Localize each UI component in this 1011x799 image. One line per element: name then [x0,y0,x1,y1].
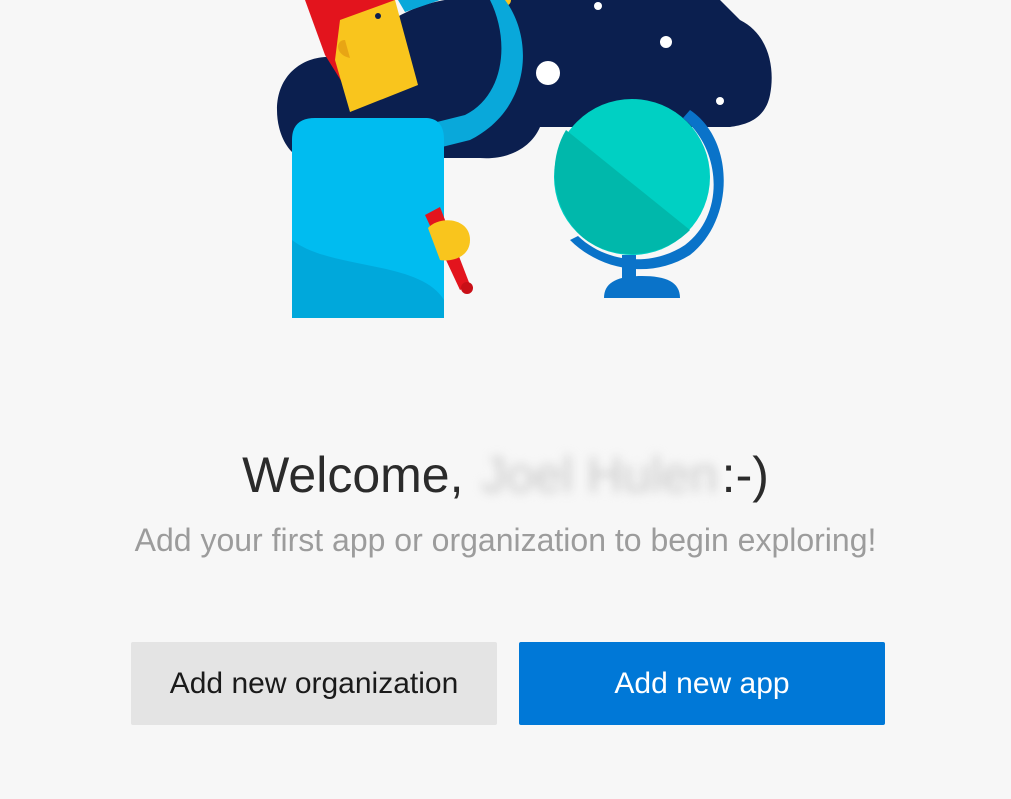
add-app-button[interactable]: Add new app [519,642,885,725]
welcome-page: Welcome, Joel Hulen:-) Add your first ap… [0,0,1011,799]
welcome-heading: Welcome, Joel Hulen:-) [0,440,1011,510]
welcome-subtitle: Add your first app or organization to be… [134,522,877,558]
globe-icon [554,99,724,298]
add-organization-button[interactable]: Add new organization [131,642,497,725]
welcome-greeting: Welcome, [242,447,464,503]
user-name: Joel Hulen [481,447,718,503]
welcome-emoticon: :-) [721,447,769,503]
welcome-hero-illustration [277,0,772,318]
